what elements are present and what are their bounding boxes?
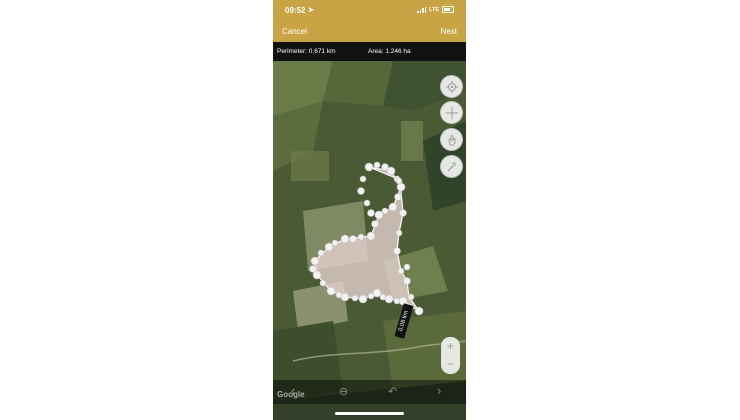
home-indicator	[335, 412, 404, 415]
nav-bar: Cancel Next	[273, 24, 466, 40]
map-attribution: Google	[277, 390, 305, 399]
signal-icon	[417, 6, 427, 13]
undo-icon[interactable]: ↶	[388, 385, 397, 398]
perimeter-text: Perimeter: 0.671 km	[277, 48, 336, 55]
status-right: LTE	[417, 6, 454, 13]
hand-icon[interactable]	[440, 128, 463, 151]
measurement-bar: Perimeter: 0.671 km Area: 1.246 ha	[273, 42, 466, 61]
cancel-button[interactable]: Cancel	[282, 27, 307, 36]
next-button[interactable]: Next	[441, 27, 457, 36]
network-label: LTE	[429, 6, 439, 13]
chevron-right-icon[interactable]: ›	[437, 383, 441, 398]
battery-icon	[442, 6, 454, 13]
zoom-out-button[interactable]: −	[441, 355, 460, 373]
crosshair-icon[interactable]	[440, 101, 463, 124]
delete-icon[interactable]: ⊖	[339, 385, 348, 398]
magic-icon[interactable]	[440, 155, 463, 178]
locate-icon[interactable]	[440, 75, 463, 98]
status-time: 09:52	[285, 6, 306, 15]
satellite-map[interactable]: 0.08 km + −	[273, 61, 466, 420]
header: 09:52 ➤ LTE Cancel Next	[273, 0, 466, 42]
zoom-control: + −	[441, 337, 460, 374]
area-text: Area: 1.246 ha	[368, 48, 411, 55]
zoom-in-button[interactable]: +	[441, 337, 460, 355]
map-imagery	[273, 61, 466, 420]
phone-screen: 0.08 km + − ‹ ⊖ ↶ › Google 09:52 ➤ LTE C…	[273, 0, 466, 420]
location-arrow-icon: ➤	[308, 7, 314, 14]
status-bar: 09:52 ➤ LTE	[273, 0, 466, 20]
